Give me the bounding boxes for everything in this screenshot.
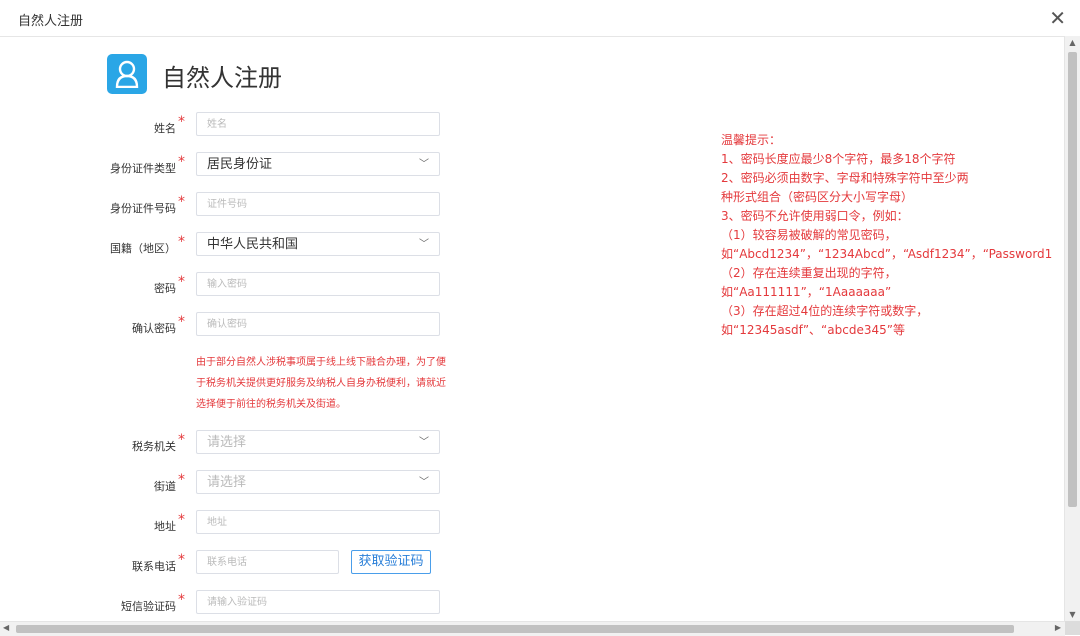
tips-line: 温馨提示： xyxy=(721,133,782,147)
user-icon xyxy=(107,54,147,94)
address-input[interactable]: 地址 xyxy=(196,510,440,534)
tax-office-placeholder: 请选择 xyxy=(207,435,247,450)
sms-code-label: 短信验证码 xyxy=(121,600,176,613)
required-mark: * xyxy=(178,274,185,290)
id-type-label: 身份证件类型 xyxy=(110,162,176,175)
confirm-password-row: 确认密码 * 确认密码 xyxy=(0,312,460,338)
tips-line: 如“Aa111111”，“1Aaaaaaa” xyxy=(721,285,892,299)
location-notice: 由于部分自然人涉税事项属于线上线下融合办理，为了便于税务机关提供更好服务及纳税人… xyxy=(196,357,446,410)
chevron-down-icon: ﹀ xyxy=(419,239,429,250)
phone-row: 联系电话 * 联系电话 获取验证码 xyxy=(0,550,460,576)
tips-line: （2）存在连续重复出现的字符， xyxy=(721,266,897,280)
phone-input[interactable]: 联系电话 xyxy=(196,550,339,574)
confirm-password-label: 确认密码 xyxy=(132,322,176,335)
required-mark: * xyxy=(178,592,185,608)
password-label: 密码 xyxy=(154,282,176,295)
street-select[interactable]: 请选择 ﹀ xyxy=(196,470,440,494)
tax-office-row: 税务机关 * 请选择 ﹀ xyxy=(0,430,460,456)
required-mark: * xyxy=(178,432,185,448)
address-row: 地址 * 地址 xyxy=(0,510,460,536)
required-mark: * xyxy=(178,114,185,130)
tips-line: 1、密码长度应最少8个字符，最多18个字符 xyxy=(721,152,956,166)
title-bar: 自然人注册 ✕ xyxy=(0,0,1080,37)
get-code-button[interactable]: 获取验证码 xyxy=(351,550,431,574)
name-label: 姓名 xyxy=(154,122,176,135)
window-title: 自然人注册 xyxy=(18,14,84,29)
nationality-row: 国籍（地区） * 中华人民共和国 ﹀ xyxy=(0,232,460,258)
tips-line: 如“Abcd1234”，“1234Abcd”，“Asdf1234”，“Passw… xyxy=(721,247,1053,261)
name-input[interactable]: 姓名 xyxy=(196,112,440,136)
scroll-up-icon[interactable]: ▲ xyxy=(1065,38,1080,47)
street-label: 街道 xyxy=(154,480,176,493)
nationality-select[interactable]: 中华人民共和国 ﹀ xyxy=(196,232,440,256)
chevron-down-icon: ﹀ xyxy=(419,477,429,488)
required-mark: * xyxy=(178,314,185,330)
id-type-row: 身份证件类型 * 居民身份证 ﹀ xyxy=(0,152,460,178)
street-row: 街道 * 请选择 ﹀ xyxy=(0,470,460,496)
tips-line: 种形式组合（密码区分大小写字母） xyxy=(721,190,914,204)
sms-code-row: 短信验证码 * 请输入验证码 xyxy=(0,590,460,616)
required-mark: * xyxy=(178,552,185,568)
id-type-select[interactable]: 居民身份证 ﹀ xyxy=(196,152,440,176)
horizontal-scroll-thumb[interactable] xyxy=(16,625,1014,633)
vertical-scroll-thumb[interactable] xyxy=(1068,52,1077,507)
required-mark: * xyxy=(178,154,185,170)
name-row: 姓名 * 姓名 xyxy=(0,112,460,138)
tips-line: 2、密码必须由数字、字母和特殊字符中至少两 xyxy=(721,171,969,185)
id-type-value: 居民身份证 xyxy=(207,157,273,172)
tips-line: （3）存在超过4位的连续字符或数字， xyxy=(721,304,929,318)
confirm-password-input[interactable]: 确认密码 xyxy=(196,312,440,336)
tax-office-select[interactable]: 请选择 ﹀ xyxy=(196,430,440,454)
chevron-down-icon: ﹀ xyxy=(419,437,429,448)
password-row: 密码 * 输入密码 xyxy=(0,272,460,298)
nationality-label: 国籍（地区） xyxy=(110,242,176,255)
required-mark: * xyxy=(178,194,185,210)
vertical-scrollbar[interactable]: ▲ ▼ xyxy=(1064,36,1080,621)
scroll-right-icon[interactable]: ▶ xyxy=(1055,623,1061,632)
required-mark: * xyxy=(178,512,185,528)
nationality-value: 中华人民共和国 xyxy=(207,237,299,252)
required-mark: * xyxy=(178,234,185,250)
phone-label: 联系电话 xyxy=(132,560,176,573)
close-icon[interactable]: ✕ xyxy=(1049,7,1066,29)
tips-line: （1）较容易被破解的常见密码， xyxy=(721,228,897,242)
password-tips: 温馨提示： 1、密码长度应最少8个字符，最多18个字符 2、密码必须由数字、字母… xyxy=(721,131,1065,340)
street-placeholder: 请选择 xyxy=(207,475,247,490)
id-number-row: 身份证件号码 * 证件号码 xyxy=(0,192,460,218)
chevron-down-icon: ﹀ xyxy=(419,159,429,170)
scroll-left-icon[interactable]: ◀ xyxy=(3,623,9,632)
id-number-input[interactable]: 证件号码 xyxy=(196,192,440,216)
address-label: 地址 xyxy=(154,520,176,533)
password-input[interactable]: 输入密码 xyxy=(196,272,440,296)
scrollbar-corner xyxy=(1065,621,1080,635)
id-number-label: 身份证件号码 xyxy=(110,202,176,215)
scroll-down-icon[interactable]: ▼ xyxy=(1065,610,1080,619)
sms-code-input[interactable]: 请输入验证码 xyxy=(196,590,440,614)
page-title: 自然人注册 xyxy=(162,64,282,92)
tips-line: 3、密码不允许使用弱口令，例如： xyxy=(721,209,909,223)
tax-office-label: 税务机关 xyxy=(132,440,176,453)
horizontal-scrollbar[interactable]: ◀ ▶ xyxy=(0,621,1065,636)
required-mark: * xyxy=(178,472,185,488)
tips-line: 如“12345asdf”、“abcde345”等 xyxy=(721,323,905,337)
